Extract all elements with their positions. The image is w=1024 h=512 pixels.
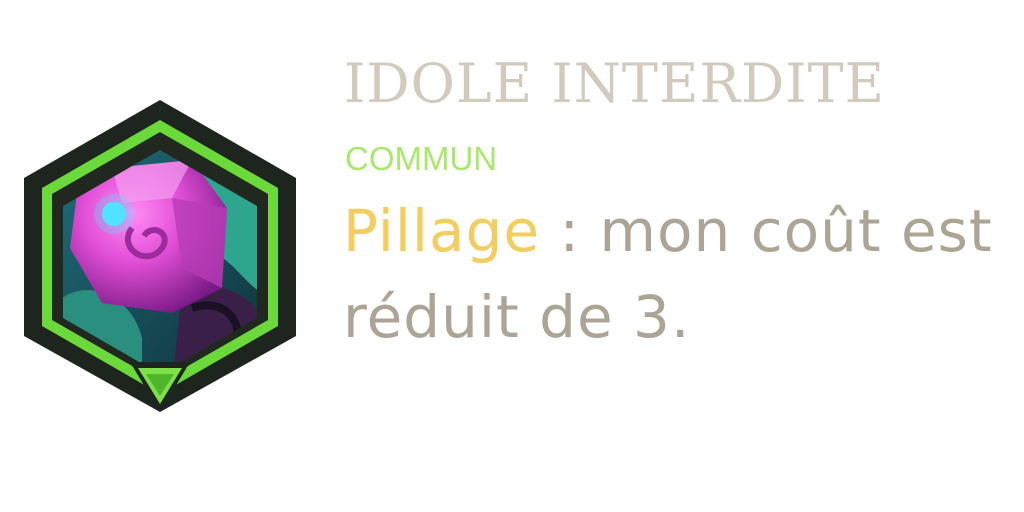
rarity-label: COMMUN	[345, 140, 498, 177]
card-description: Pillage : mon coût est réduit de 3.	[343, 188, 1013, 360]
crystal-idol-icon	[24, 100, 296, 412]
card-title: IDOLE INTERDITE	[344, 52, 886, 115]
card-emblem	[22, 98, 298, 414]
keyword-pillage: Pillage	[343, 197, 541, 265]
